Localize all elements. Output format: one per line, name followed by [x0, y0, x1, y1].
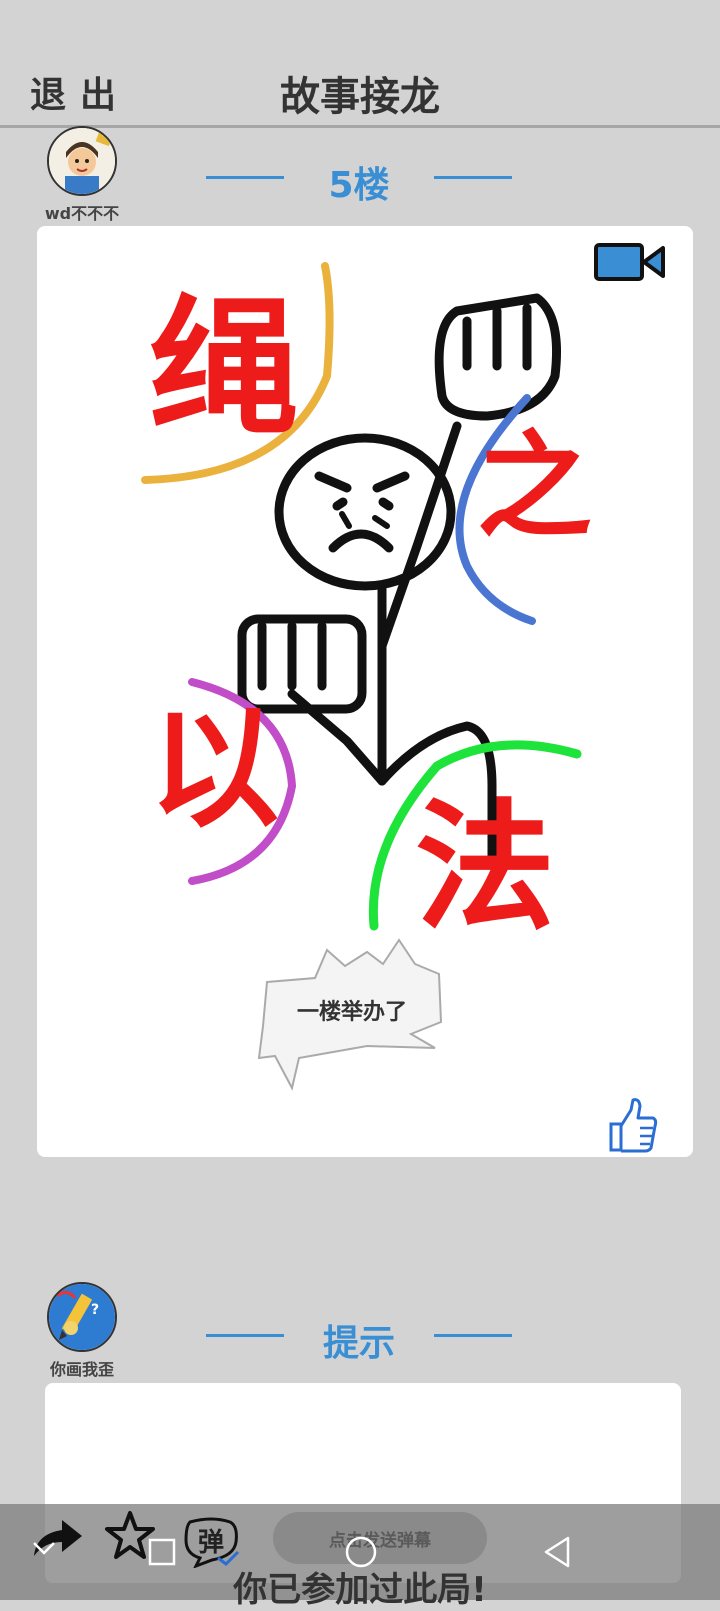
- floor-header: 5楼: [206, 152, 512, 206]
- author-avatar[interactable]: [47, 126, 117, 196]
- drawing-card: 绳 之 以 法 一楼举办了: [37, 226, 693, 1157]
- header-divider: [0, 125, 720, 128]
- author-name: wd不不不: [44, 204, 120, 223]
- page-title: 故事接龙: [280, 74, 440, 120]
- danmu-label: 弹: [198, 1528, 225, 1558]
- header-line-right: [434, 1334, 512, 1337]
- drawing-word-2: 之: [477, 419, 592, 554]
- send-danmu-button[interactable]: 点击发送弹幕: [273, 1512, 487, 1564]
- drawing-word-4: 法: [415, 786, 555, 950]
- header-line-right: [434, 176, 512, 179]
- thumbs-up-icon[interactable]: [607, 1096, 659, 1154]
- drawing-word-3: 以: [149, 692, 279, 845]
- tips-author-name: 你画我歪: [49, 1360, 114, 1379]
- top-bar: 退出 故事接龙: [0, 0, 720, 128]
- drawing-word-1: 绳: [149, 280, 299, 456]
- floor-label: 5楼: [328, 165, 390, 206]
- tips-header: 提示: [206, 1310, 512, 1364]
- caption-bubble: 一楼举办了: [296, 1000, 407, 1025]
- nav-down-icon[interactable]: [32, 1540, 56, 1556]
- avatar-portrait-icon: [49, 128, 115, 194]
- joined-notice: 你已参加过此局!: [233, 1570, 487, 1610]
- pencil-logo-icon: ?: [49, 1284, 115, 1350]
- svg-text:?: ?: [91, 1302, 99, 1318]
- tips-avatar[interactable]: ?: [47, 1282, 117, 1352]
- tips-label: 提示: [322, 1323, 395, 1364]
